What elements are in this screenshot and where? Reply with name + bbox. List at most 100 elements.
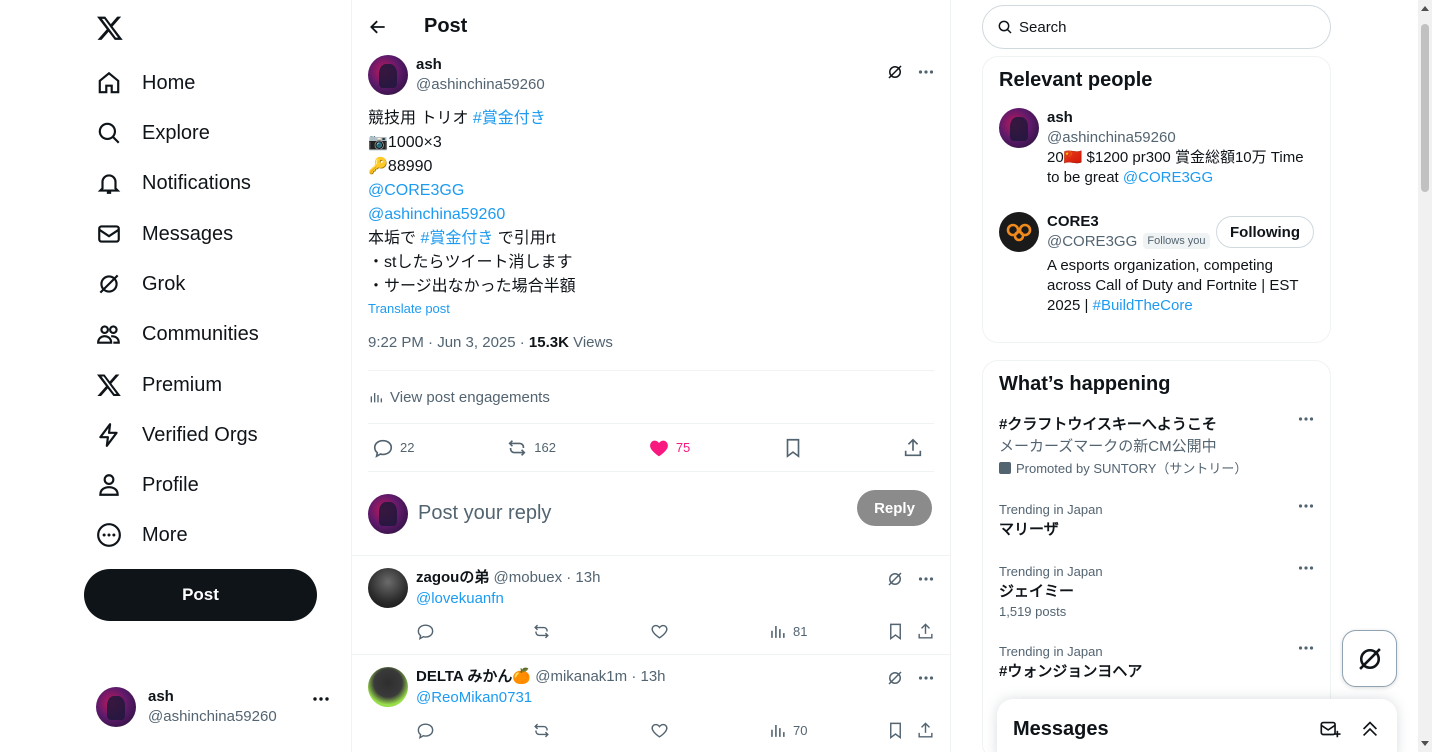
- share-action[interactable]: [902, 437, 930, 459]
- new-message-icon[interactable]: [1319, 718, 1341, 740]
- avatar[interactable]: [999, 108, 1039, 148]
- x-logo-icon[interactable]: [96, 14, 124, 42]
- tweet-line: で引用rt: [493, 230, 556, 247]
- nav-label: Home: [142, 71, 196, 94]
- mention-link[interactable]: @ashinchina59260: [368, 203, 934, 227]
- reply-author-name[interactable]: zagouの弟: [416, 569, 489, 586]
- timestamp[interactable]: 9:22 PM · Jun 3, 2025 ·: [368, 334, 529, 351]
- avatar: [96, 687, 136, 727]
- reply-input[interactable]: Post your reply: [418, 502, 551, 525]
- mention-link[interactable]: @ReoMikan0731: [416, 687, 934, 709]
- author-name[interactable]: ash: [416, 55, 545, 75]
- main-tweet: ash @ashinchina59260 競技用 トリオ #賞金付き 📷1000…: [352, 53, 950, 472]
- grok-icon[interactable]: [886, 570, 904, 588]
- bookmark-icon[interactable]: [886, 622, 911, 641]
- trend-item[interactable]: Trending in Japan #ウォンジョンヨヘア: [983, 643, 1330, 683]
- reply-icon[interactable]: [416, 721, 441, 740]
- more-icon[interactable]: [1298, 503, 1314, 509]
- views-count: 70: [793, 723, 808, 738]
- tweet-line: 🔑88990: [368, 158, 433, 175]
- like-action[interactable]: 75: [648, 437, 690, 459]
- hashtag-link[interactable]: #賞金付き: [420, 230, 493, 247]
- mention-link[interactable]: @lovekuanfn: [416, 588, 934, 610]
- back-arrow-icon[interactable]: [368, 17, 388, 37]
- mention-link[interactable]: @CORE3GG: [1123, 169, 1213, 186]
- nav-verified-orgs[interactable]: Verified Orgs: [84, 412, 270, 458]
- nav-explore[interactable]: Explore: [84, 110, 222, 156]
- heart-icon[interactable]: [650, 721, 675, 740]
- trend-item[interactable]: Trending in Japan マリーザ: [983, 501, 1330, 541]
- nav-profile[interactable]: Profile: [84, 462, 211, 508]
- avatar[interactable]: [368, 55, 408, 95]
- more-icon[interactable]: [1298, 416, 1314, 422]
- messages-title: Messages: [1013, 717, 1109, 740]
- nav-label: Messages: [142, 222, 234, 245]
- search-input[interactable]: Search: [982, 5, 1331, 49]
- repost-action[interactable]: 162: [506, 437, 556, 459]
- whats-happening-card: What’s happening #クラフトウイスキーへようこそ メーカーズマー…: [982, 360, 1331, 752]
- post-button[interactable]: Post: [84, 569, 317, 621]
- hashtag-link[interactable]: #賞金付き: [473, 110, 546, 127]
- trend-item[interactable]: #クラフトウイスキーへようこそ メーカーズマークの新CM公開中 Promoted…: [983, 414, 1330, 477]
- reply-action[interactable]: 22: [372, 437, 414, 459]
- views-action[interactable]: 81: [768, 622, 807, 641]
- person-item[interactable]: ash @ashinchina59260 20🇨🇳 $1200 pr300 賞金…: [983, 108, 1330, 188]
- view-engagements-link[interactable]: View post engagements: [368, 370, 934, 424]
- messages-drawer[interactable]: Messages: [997, 699, 1397, 752]
- chevron-up-double-icon[interactable]: [1359, 718, 1381, 740]
- grok-button[interactable]: [1342, 630, 1397, 687]
- tweet-line: ・stしたらツイート消します: [368, 254, 573, 271]
- trend-item[interactable]: Trending in Japan ジェイミー 1,519 posts: [983, 563, 1330, 621]
- more-icon[interactable]: [918, 669, 934, 687]
- grok-icon[interactable]: [886, 669, 904, 687]
- heart-icon[interactable]: [650, 622, 675, 641]
- nav-notifications[interactable]: Notifications: [84, 160, 263, 206]
- nav-grok[interactable]: Grok: [84, 261, 197, 307]
- repost-icon[interactable]: [532, 622, 557, 641]
- person-handle[interactable]: @ashinchina59260: [1047, 128, 1314, 148]
- bookmark-icon: [782, 437, 810, 459]
- author-handle[interactable]: @ashinchina59260: [416, 75, 545, 95]
- bookmark-action[interactable]: [782, 437, 810, 459]
- more-icon[interactable]: [918, 570, 934, 588]
- account-switcher[interactable]: ash @ashinchina59260: [84, 676, 344, 738]
- share-icon[interactable]: [916, 721, 941, 740]
- person-name[interactable]: ash: [1047, 108, 1314, 128]
- nav-more[interactable]: More: [84, 512, 200, 558]
- reply-author-name[interactable]: DELTA みかん🍊: [416, 668, 531, 685]
- hashtag-link[interactable]: #BuildTheCore: [1093, 297, 1193, 314]
- person-handle[interactable]: @CORE3GG: [1047, 233, 1137, 250]
- following-button[interactable]: Following: [1216, 216, 1314, 248]
- scroll-down-arrow-icon[interactable]: [1421, 741, 1429, 746]
- scrollbar-thumb[interactable]: [1421, 24, 1429, 192]
- repost-icon[interactable]: [532, 721, 557, 740]
- reply-icon[interactable]: [416, 622, 441, 641]
- reply-button[interactable]: Reply: [857, 490, 932, 526]
- engagements-label: View post engagements: [390, 388, 550, 406]
- grok-icon: [1356, 645, 1384, 673]
- scroll-up-arrow-icon[interactable]: [1421, 6, 1429, 11]
- bookmark-icon[interactable]: [886, 721, 911, 740]
- nav-messages[interactable]: Messages: [84, 211, 245, 257]
- reply-tweet[interactable]: zagouの弟 @mobuex · 13h @lovekuanfn 81: [352, 556, 950, 655]
- share-icon[interactable]: [916, 622, 941, 641]
- trend-context: Trending in Japan: [999, 644, 1103, 659]
- scrollbar[interactable]: [1418, 0, 1432, 752]
- reply-tweet[interactable]: DELTA みかん🍊 @mikanak1m · 13h @ReoMikan073…: [352, 655, 950, 752]
- avatar[interactable]: [368, 568, 408, 608]
- nav-communities[interactable]: Communities: [84, 311, 271, 357]
- more-icon[interactable]: [1298, 645, 1314, 651]
- avatar[interactable]: [368, 667, 408, 707]
- translate-post-link[interactable]: Translate post: [368, 301, 934, 316]
- more-icon[interactable]: [312, 696, 330, 702]
- more-icon[interactable]: [1298, 565, 1314, 571]
- core3-logo-icon[interactable]: [999, 212, 1039, 252]
- views-action[interactable]: 70: [768, 721, 807, 740]
- nav-home[interactable]: Home: [84, 60, 207, 106]
- mention-link[interactable]: @CORE3GG: [368, 179, 934, 203]
- grok-icon[interactable]: [886, 63, 904, 81]
- more-circle-icon: [96, 522, 122, 548]
- more-icon[interactable]: [918, 63, 934, 81]
- nav-premium[interactable]: Premium: [84, 362, 234, 408]
- person-item[interactable]: CORE3 @CORE3GG Follows you A esports org…: [983, 212, 1330, 316]
